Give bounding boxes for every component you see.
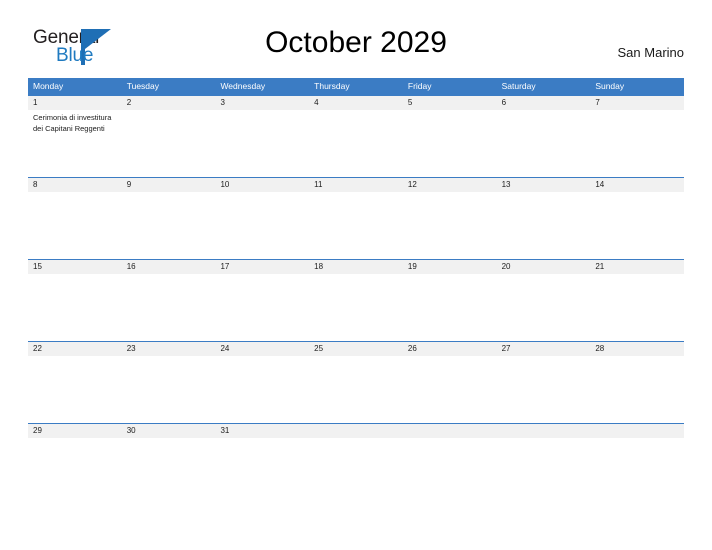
- day-cell-events[interactable]: [28, 274, 122, 341]
- week-event-band: Cerimonia di investitura dei Capitani Re…: [28, 110, 684, 177]
- weekday-header-thursday: Thursday: [314, 81, 350, 91]
- date-number[interactable]: 21: [590, 260, 684, 274]
- location-label: San Marino: [617, 45, 684, 60]
- day-cell-events[interactable]: [497, 110, 591, 177]
- date-number[interactable]: 6: [497, 96, 591, 110]
- calendar-week-row: 1 2 3 4 5 6 7 Cerimonia di investitura d…: [28, 95, 684, 177]
- day-cell-events[interactable]: [309, 110, 403, 177]
- day-cell-events[interactable]: [590, 274, 684, 341]
- day-cell-events[interactable]: [215, 356, 309, 423]
- day-cell-events[interactable]: [590, 110, 684, 177]
- calendar-grid: Monday Tuesday Wednesday Thursday Friday…: [28, 78, 684, 505]
- date-number[interactable]: 26: [403, 342, 497, 356]
- page-title: October 2029: [265, 26, 447, 59]
- week-date-band: 15 16 17 18 19 20 21: [28, 260, 684, 274]
- calendar-week-row: 15 16 17 18 19 20 21: [28, 259, 684, 341]
- date-number[interactable]: 29: [28, 424, 122, 438]
- date-number[interactable]: 15: [28, 260, 122, 274]
- day-cell-events[interactable]: [122, 356, 216, 423]
- date-number[interactable]: 14: [590, 178, 684, 192]
- day-cell-events[interactable]: [215, 192, 309, 259]
- day-cell-events[interactable]: [28, 356, 122, 423]
- date-number-empty: [309, 424, 403, 438]
- date-number[interactable]: 17: [215, 260, 309, 274]
- date-number[interactable]: 12: [403, 178, 497, 192]
- day-cell-events[interactable]: [403, 110, 497, 177]
- calendar-page: General Blue October 2029 San Marino Mon…: [0, 0, 712, 550]
- date-number[interactable]: 2: [122, 96, 216, 110]
- date-number[interactable]: 8: [28, 178, 122, 192]
- day-cell-events[interactable]: [403, 192, 497, 259]
- day-cell-events[interactable]: [122, 274, 216, 341]
- day-cell-events-empty: [590, 438, 684, 505]
- date-number[interactable]: 10: [215, 178, 309, 192]
- date-number[interactable]: 28: [590, 342, 684, 356]
- date-number[interactable]: 3: [215, 96, 309, 110]
- day-cell-events[interactable]: [590, 356, 684, 423]
- date-number[interactable]: 19: [403, 260, 497, 274]
- day-cell-events[interactable]: [28, 438, 122, 505]
- date-number[interactable]: 22: [28, 342, 122, 356]
- week-date-band: 22 23 24 25 26 27 28: [28, 342, 684, 356]
- day-cell-events[interactable]: [122, 192, 216, 259]
- calendar-week-row: 22 23 24 25 26 27 28: [28, 341, 684, 423]
- date-number-empty: [497, 424, 591, 438]
- week-event-band: [28, 192, 684, 259]
- weekday-header-tuesday: Tuesday: [126, 81, 160, 91]
- day-cell-events[interactable]: [497, 356, 591, 423]
- weekday-header-saturday: Saturday: [501, 81, 536, 91]
- week-event-band: [28, 438, 684, 505]
- day-cell-events-empty: [497, 438, 591, 505]
- date-number[interactable]: 4: [309, 96, 403, 110]
- day-cell-events[interactable]: Cerimonia di investitura dei Capitani Re…: [28, 110, 122, 177]
- day-cell-events[interactable]: [215, 438, 309, 505]
- date-number[interactable]: 11: [309, 178, 403, 192]
- day-cell-events[interactable]: [28, 192, 122, 259]
- weekday-header-friday: Friday: [407, 81, 432, 91]
- day-cell-events[interactable]: [122, 438, 216, 505]
- day-cell-events-empty: [309, 438, 403, 505]
- date-number[interactable]: 31: [215, 424, 309, 438]
- date-number[interactable]: 5: [403, 96, 497, 110]
- event-label: Cerimonia di investitura dei Capitani Re…: [33, 113, 112, 133]
- day-cell-events-empty: [403, 438, 497, 505]
- date-number[interactable]: 9: [122, 178, 216, 192]
- date-number[interactable]: 1: [28, 96, 122, 110]
- date-number[interactable]: 13: [497, 178, 591, 192]
- calendar-week-row: 8 9 10 11 12 13 14: [28, 177, 684, 259]
- date-number[interactable]: 23: [122, 342, 216, 356]
- date-number-empty: [403, 424, 497, 438]
- date-number[interactable]: 30: [122, 424, 216, 438]
- date-number[interactable]: 7: [590, 96, 684, 110]
- date-number[interactable]: 25: [309, 342, 403, 356]
- date-number[interactable]: 16: [122, 260, 216, 274]
- day-cell-events[interactable]: [403, 274, 497, 341]
- date-number[interactable]: 18: [309, 260, 403, 274]
- weekday-header-wednesday: Wednesday: [220, 81, 266, 91]
- day-cell-events[interactable]: [309, 192, 403, 259]
- day-cell-events[interactable]: [403, 356, 497, 423]
- weekday-header-row: Monday Tuesday Wednesday Thursday Friday…: [28, 78, 684, 95]
- date-number-empty: [590, 424, 684, 438]
- date-number[interactable]: 27: [497, 342, 591, 356]
- day-cell-events[interactable]: [309, 356, 403, 423]
- day-cell-events[interactable]: [215, 110, 309, 177]
- day-cell-events[interactable]: [497, 274, 591, 341]
- date-number[interactable]: 20: [497, 260, 591, 274]
- day-cell-events[interactable]: [309, 274, 403, 341]
- day-cell-events[interactable]: [590, 192, 684, 259]
- date-number[interactable]: 24: [215, 342, 309, 356]
- week-date-band: 8 9 10 11 12 13 14: [28, 178, 684, 192]
- week-event-band: [28, 274, 684, 341]
- week-date-band: 29 30 31: [28, 424, 684, 438]
- page-header: General Blue October 2029 San Marino: [28, 24, 684, 74]
- week-event-band: [28, 356, 684, 423]
- weekday-header-sunday: Sunday: [595, 81, 625, 91]
- day-cell-events[interactable]: [122, 110, 216, 177]
- day-cell-events[interactable]: [215, 274, 309, 341]
- day-cell-events[interactable]: [497, 192, 591, 259]
- weekday-header-monday: Monday: [33, 81, 64, 91]
- calendar-week-row: 29 30 31: [28, 423, 684, 505]
- week-date-band: 1 2 3 4 5 6 7: [28, 96, 684, 110]
